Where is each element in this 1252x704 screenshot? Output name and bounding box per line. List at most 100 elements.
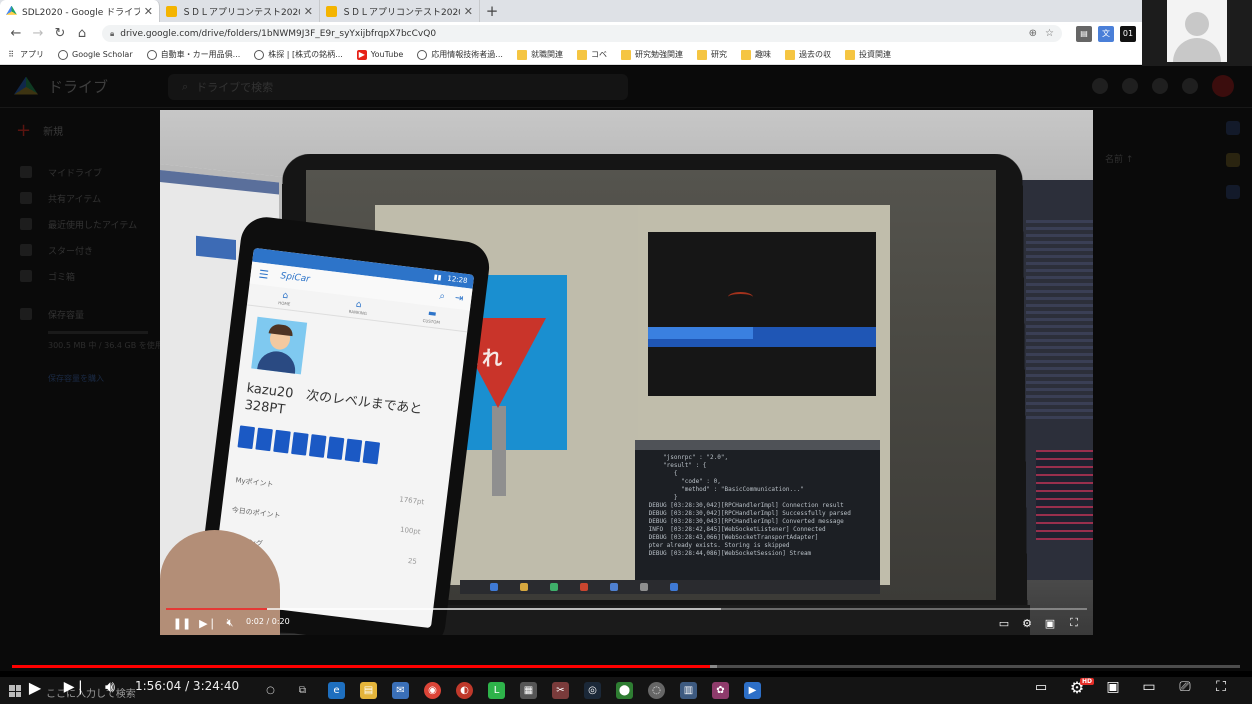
browser-tab-slides-2[interactable]: ＳＤＬアプリコンテスト2020 - Goog ✕ <box>320 0 480 22</box>
miniplayer-icon[interactable]: ▣ <box>1102 677 1124 697</box>
address-bar[interactable]: 🔒︎ drive.google.com/drive/folders/1bNWM9… <box>102 25 1062 42</box>
install-icon[interactable]: ⊕ <box>1029 28 1037 39</box>
extension-counter-icon[interactable]: 01 <box>1120 25 1136 42</box>
account-avatar[interactable] <box>1212 75 1234 97</box>
video-taskbar-strip <box>460 580 880 594</box>
snipping-icon[interactable]: ✂ <box>552 682 569 699</box>
bookmark-youtube[interactable]: ▶ YouTube <box>356 49 403 60</box>
browser-tab-drive[interactable]: SDL2020 - Google ドライブ ✕ <box>0 0 160 22</box>
buy-storage-link[interactable]: 保存容量を購入 <box>48 373 160 384</box>
captions-icon[interactable]: ▭ <box>996 615 1012 631</box>
gear-icon[interactable] <box>1152 78 1168 94</box>
line-icon[interactable]: L <box>488 682 505 699</box>
tasks-icon[interactable] <box>1226 185 1240 199</box>
chrome-icon[interactable]: ◉ <box>424 682 441 699</box>
help-icon[interactable] <box>1122 78 1138 94</box>
miniplayer-icon[interactable]: ▣ <box>1042 615 1058 631</box>
translate-icon[interactable]: 文 <box>1098 25 1114 42</box>
cortana-icon[interactable]: ○ <box>262 682 279 699</box>
apps-grid-icon[interactable] <box>1182 78 1198 94</box>
theater-mode-icon[interactable]: ▭ <box>1138 677 1160 697</box>
url-text: drive.google.com/drive/folders/1bNWM9J3F… <box>120 28 437 39</box>
edge-icon[interactable]: e <box>328 682 345 699</box>
back-arrow-icon[interactable]: ← <box>6 24 26 44</box>
next-icon[interactable]: ▶❘ <box>199 615 217 631</box>
muted-icon[interactable]: 🔇︎ <box>222 615 238 631</box>
fullscreen-icon[interactable]: ⛶ <box>1210 677 1232 697</box>
bookmark-folder-kobe[interactable]: コベ <box>576 49 607 60</box>
volume-icon[interactable]: 🔊︎ <box>98 677 122 697</box>
signal-icon: ▮▮ <box>433 272 442 282</box>
sort-label[interactable]: 名前 ↑ <box>1105 152 1133 165</box>
webcam-overlay <box>1142 0 1252 66</box>
zoom-icon[interactable]: ▶ <box>744 682 761 699</box>
app-icon[interactable]: ▥ <box>680 682 697 699</box>
windows-start-icon[interactable] <box>9 685 21 697</box>
map-icon[interactable]: ⬤ <box>616 682 633 699</box>
drive-video-player[interactable]: まれ "jsonrpc" : "2.0", "result" : { { "co… <box>160 110 1093 635</box>
google-drive-icon <box>14 76 38 95</box>
bookmark-folder-invest[interactable]: 投資関連 <box>844 49 891 60</box>
close-icon[interactable]: ✕ <box>464 5 473 18</box>
play-icon[interactable]: ▶ <box>24 677 46 697</box>
app-icon[interactable]: ✿ <box>712 682 729 699</box>
stop-sign-pole <box>492 406 506 496</box>
pause-icon[interactable]: ❚❚ <box>173 615 191 631</box>
close-icon[interactable]: ✕ <box>304 5 313 18</box>
fullscreen-icon[interactable]: ⛶ <box>1066 615 1082 631</box>
tab-label: ＳＤＬアプリコンテスト2020 - Goog <box>342 7 460 18</box>
extension-icon[interactable]: ▤ <box>1076 25 1092 42</box>
bookmark-folder-research[interactable]: 研究 <box>696 49 727 60</box>
bookmark-google-scholar[interactable]: Google Scholar <box>58 49 133 60</box>
mail-icon[interactable]: ✉ <box>392 682 409 699</box>
sidebar-item-shared[interactable]: 共有アイテム <box>0 185 160 211</box>
bookmark-star-icon[interactable]: ☆ <box>1045 28 1054 39</box>
level-block <box>255 427 273 452</box>
bookmark-folder-past[interactable]: 過去の収 <box>784 49 831 60</box>
status-icon[interactable] <box>1092 78 1108 94</box>
globe-icon <box>146 49 157 60</box>
browser-tab-slides-1[interactable]: ＳＤＬアプリコンテスト2020 - Goog ✕ <box>160 0 320 22</box>
globe-icon <box>58 49 68 60</box>
ranking-icon: ⌂ <box>355 299 363 311</box>
home-icon[interactable]: ⌂ <box>72 24 92 44</box>
sidebar-item-my-drive[interactable]: マイドライブ <box>0 159 160 185</box>
gear-icon[interactable]: ⚙ <box>1019 615 1035 631</box>
new-tab-button[interactable]: + <box>480 0 504 22</box>
video-terminal: "jsonrpc" : "2.0", "result" : { { "code"… <box>635 440 880 590</box>
calendar-icon[interactable] <box>1226 121 1240 135</box>
reload-icon[interactable]: ↻ <box>50 24 70 44</box>
profile-avatar-icon <box>251 316 308 375</box>
youtube-icon: ▶ <box>356 49 367 60</box>
bookmark-apps[interactable]: ⠿ アプリ <box>6 49 44 60</box>
sidebar-item-storage[interactable]: 保存容量 <box>0 301 160 327</box>
app-icon[interactable]: ◐ <box>456 682 473 699</box>
inner-progress-played <box>166 608 268 610</box>
close-icon[interactable]: ✕ <box>144 5 153 18</box>
subtitles-icon[interactable]: ▭ <box>1030 677 1052 697</box>
steam-icon[interactable]: ◎ <box>584 682 601 699</box>
level-progress-blocks <box>237 425 381 465</box>
forward-arrow-icon[interactable]: → <box>28 24 48 44</box>
level-block <box>362 440 381 465</box>
drive-sidebar: + 新規 マイドライブ 共有アイテム 最近使用したアイテム スター付き ゴミ箱 … <box>0 116 163 384</box>
task-view-icon[interactable]: ⧉ <box>294 682 311 699</box>
bookmark-folder-job[interactable]: 就職関連 <box>516 49 563 60</box>
calculator-icon[interactable]: ▦ <box>520 682 537 699</box>
sidebar-item-starred[interactable]: スター付き <box>0 237 160 263</box>
bookmark-folder-hobby[interactable]: 趣味 <box>740 49 771 60</box>
keep-icon[interactable] <box>1226 153 1240 167</box>
cast-icon[interactable]: ⎚ <box>1174 677 1196 697</box>
bookmark-ap-exam[interactable]: 応用情報技術者過... <box>417 49 503 60</box>
sidebar-item-recent[interactable]: 最近使用したアイテム <box>0 211 160 237</box>
sidebar-item-trash[interactable]: ゴミ箱 <box>0 263 160 289</box>
drive-search-input[interactable]: ⌕ ドライブで検索 <box>168 74 628 100</box>
bookmark-car-goods[interactable]: 自動車・カー用品俱... <box>146 49 240 60</box>
new-button[interactable]: + 新規 <box>16 120 160 141</box>
next-icon[interactable]: ▶❘ <box>64 677 87 697</box>
app-icon[interactable]: ◌ <box>648 682 665 699</box>
file-explorer-icon[interactable]: ▤ <box>360 682 377 699</box>
bookmark-folder-study[interactable]: 研究勉強関連 <box>620 49 683 60</box>
taskbar-search-text[interactable]: ここに入力して検索 <box>46 685 136 700</box>
bookmark-kabutan[interactable]: 株探 | [株式の銘柄... <box>254 49 343 60</box>
